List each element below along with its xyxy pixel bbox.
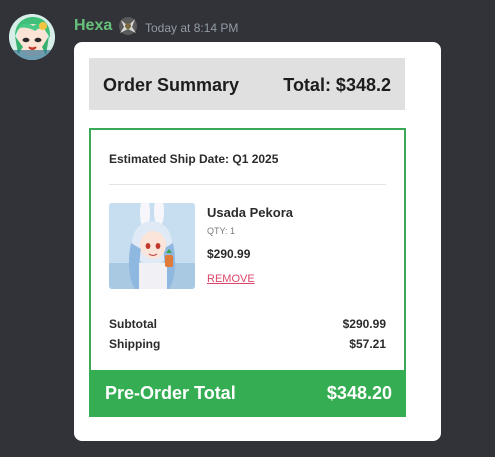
- preorder-total-bar: Pre-Order Total $348.20: [89, 370, 406, 417]
- order-summary-image[interactable]: Order Summary Total: $348.2 Estimated Sh…: [74, 42, 441, 441]
- message-author[interactable]: Hexa: [74, 16, 112, 36]
- product-thumbnail: [109, 203, 195, 289]
- subtotal-value: $290.99: [342, 317, 386, 331]
- role-badge-icon: [119, 17, 137, 35]
- user-avatar[interactable]: [9, 14, 55, 60]
- product-price: $290.99: [207, 247, 251, 261]
- discord-message-view: Hexa Today at 8:14 PM Order Summary Tota…: [0, 0, 495, 457]
- order-summary-header: Order Summary Total: $348.2: [89, 58, 405, 110]
- figure-image-icon: [109, 203, 195, 289]
- shipping-value: $57.21: [349, 337, 386, 351]
- preorder-total-label: Pre-Order Total: [105, 383, 236, 403]
- product-name: Usada Pekora: [207, 205, 293, 220]
- product-quantity: QTY: 1: [207, 226, 236, 236]
- estimated-ship-date: Estimated Ship Date: Q1 2025: [109, 152, 279, 166]
- order-summary-total: Total: $348.2: [283, 75, 391, 95]
- divider: [109, 184, 386, 185]
- preorder-total-value: $348.20: [326, 383, 392, 403]
- subtotal-label: Subtotal: [109, 317, 157, 331]
- avatar-image-icon: [9, 14, 55, 60]
- remove-item-link[interactable]: REMOVE: [207, 272, 255, 286]
- shipping-label: Shipping: [109, 337, 161, 351]
- order-summary-title: Order Summary: [103, 75, 240, 95]
- message-timestamp: Today at 8:14 PM: [145, 21, 239, 35]
- order-details-panel: Estimated Ship Date: Q1 2025 Usada Pekor…: [89, 128, 406, 417]
